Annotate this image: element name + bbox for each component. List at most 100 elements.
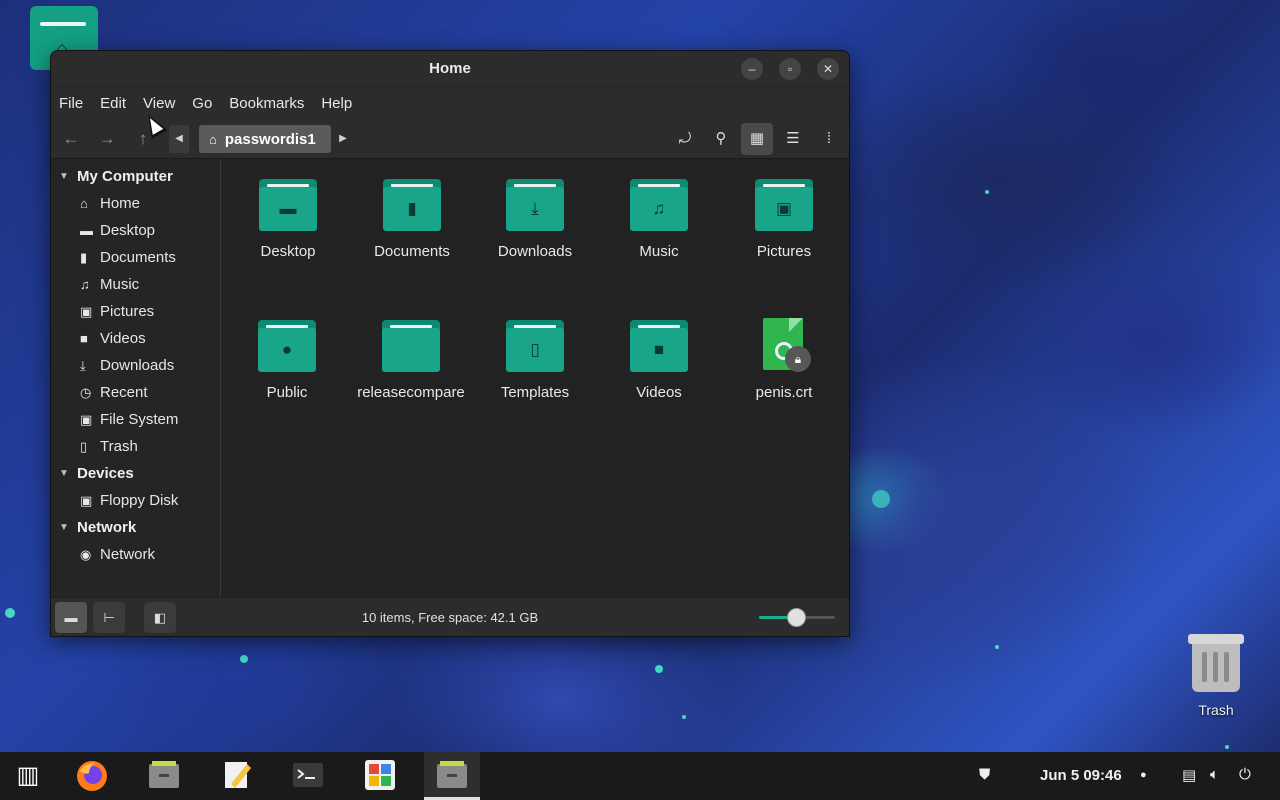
picture-icon: ▣ — [80, 303, 93, 319]
sidebar-item-downloads[interactable]: ⤓ Downloads — [51, 352, 220, 379]
floppy-icon: ▣ — [80, 492, 93, 508]
back-icon[interactable]: ← — [57, 125, 85, 153]
notification-dot-icon[interactable]: ● — [1140, 769, 1147, 781]
crumb-right-icon[interactable]: ▶ — [333, 125, 353, 153]
sidebar-section-network[interactable]: ▼ Network — [51, 514, 220, 541]
sidebar-item-pictures[interactable]: ▣ Pictures — [51, 298, 220, 325]
videos-folder-icon: ■ — [630, 320, 688, 372]
file-manager-active-icon[interactable] — [424, 758, 480, 800]
desktop-icon: ▬ — [80, 223, 93, 238]
expander-icon: ▼ — [59, 522, 69, 533]
file-item-pictures[interactable]: ▣ Pictures — [724, 179, 844, 260]
menu-help[interactable]: Help — [321, 95, 352, 112]
file-item-public[interactable]: ● Public — [227, 320, 347, 401]
title-bar[interactable]: Home – ▫ ✕ — [51, 51, 849, 87]
file-item-penis-crt[interactable]: 🔒︎ penis.crt — [724, 318, 844, 401]
file-item-videos[interactable]: ■ Videos — [599, 320, 719, 401]
list-view-icon[interactable]: ☰ — [777, 123, 809, 155]
menu-edit[interactable]: Edit — [100, 95, 126, 112]
path-label: passwordis1 — [224, 130, 316, 148]
terminal-icon[interactable] — [290, 758, 326, 794]
sidebar-item-desktop[interactable]: ▬ Desktop — [51, 217, 220, 244]
pictures-folder-icon: ▣ — [755, 179, 813, 231]
sidebar-item-music[interactable]: ♫ Music — [51, 271, 220, 298]
downloads-folder-icon: ⤓ — [506, 179, 564, 231]
menu-view[interactable]: View — [143, 95, 175, 112]
menu-bookmarks[interactable]: Bookmarks — [229, 95, 304, 112]
music-folder-icon: ♫ — [630, 179, 688, 231]
zoom-slider-knob[interactable] — [787, 608, 806, 627]
toolbar: ← → ↑ ◀ ⌂ passwordis1 ▶ ⤾ ⚲ ▦ ☰ ⁞ — [51, 119, 849, 159]
text-editor-icon[interactable] — [220, 758, 256, 794]
forward-icon[interactable]: → — [93, 125, 121, 153]
public-folder-icon: ● — [258, 320, 316, 372]
shield-icon[interactable]: ⛊ — [979, 766, 990, 783]
download-icon: ⤓ — [80, 357, 86, 373]
window-title: Home — [429, 60, 471, 77]
maximize-icon[interactable]: ▫ — [779, 58, 801, 80]
desktop-trash-label[interactable]: Trash — [1186, 702, 1246, 718]
desktop-folder-icon: ▬ — [259, 179, 317, 231]
video-icon: ■ — [80, 331, 88, 346]
menu-bar: File Edit View Go Bookmarks Help — [51, 87, 849, 119]
file-grid: ▬ Desktop ▮ Documents ⤓ Downloads ♫ Musi… — [221, 159, 849, 597]
sidebar-item-videos[interactable]: ■ Videos — [51, 325, 220, 352]
folder-icon — [382, 320, 440, 372]
sidebar-section-devices[interactable]: ▼ Devices — [51, 460, 220, 487]
globe-icon: ◉ — [80, 546, 92, 562]
sidebar-item-file-system[interactable]: ▣ File System — [51, 406, 220, 433]
sidebar-item-floppy-disk[interactable]: ▣ Floppy Disk — [51, 487, 220, 514]
clock-icon: ◷ — [80, 384, 92, 400]
lock-icon: 🔒︎ — [785, 346, 811, 372]
drive-icon: ▣ — [80, 411, 93, 427]
expander-icon: ▼ — [59, 468, 69, 479]
file-item-downloads[interactable]: ⤓ Downloads — [475, 179, 595, 260]
home-icon: ⌂ — [209, 131, 217, 147]
network-icon[interactable]: ▤ — [1182, 766, 1196, 784]
file-manager-window: Home – ▫ ✕ File Edit View Go Bookmarks H… — [50, 50, 850, 637]
desktop-trash-icon[interactable] — [1186, 632, 1246, 696]
templates-folder-icon: ▯ — [506, 320, 564, 372]
folder-tab — [40, 22, 86, 26]
file-item-documents[interactable]: ▮ Documents — [352, 179, 472, 260]
compact-view-icon[interactable]: ⁞ — [813, 123, 845, 155]
search-icon[interactable]: ⚲ — [705, 123, 737, 155]
home-icon: ⌂ — [80, 196, 88, 211]
sidebar-item-home[interactable]: ⌂ Home — [51, 190, 220, 217]
close-icon[interactable]: ✕ — [817, 58, 839, 80]
breadcrumb[interactable]: ⌂ passwordis1 — [199, 125, 331, 153]
trash-icon: ▯ — [80, 438, 88, 454]
taskbar: ▥ ⛊ Jun 5 09:46 ● ▤ 🔈︎ ⏻ — [0, 752, 1280, 800]
software-manager-icon[interactable] — [362, 758, 398, 794]
clock[interactable]: Jun 5 09:46 — [1040, 767, 1122, 784]
file-manager-icon[interactable] — [146, 758, 182, 794]
menu-file[interactable]: File — [59, 95, 83, 112]
minimize-icon[interactable]: – — [741, 58, 763, 80]
toggle-location-icon[interactable]: ⤾ — [669, 123, 701, 155]
firefox-icon[interactable] — [74, 758, 110, 794]
file-item-templates[interactable]: ▯ Templates — [475, 320, 595, 401]
certificate-file-icon: 🔒︎ — [759, 318, 811, 376]
status-text: 10 items, Free space: 42.1 GB — [361, 610, 539, 625]
power-icon[interactable]: ⏻ — [1239, 766, 1251, 783]
sidebar-section-my-computer[interactable]: ▼ My Computer — [51, 163, 220, 190]
sidebar: ▼ My Computer ⌂ Home ▬ Desktop ▮ Documents … — [51, 159, 221, 597]
document-icon: ▮ — [80, 249, 88, 265]
sidebar-item-recent[interactable]: ◷ Recent — [51, 379, 220, 406]
expander-icon: ▼ — [59, 171, 69, 182]
file-item-releasecompare[interactable]: releasecompare — [351, 320, 471, 401]
crumb-left-icon[interactable]: ◀ — [169, 125, 189, 153]
sidebar-item-documents[interactable]: ▮ Documents — [51, 244, 220, 271]
file-item-music[interactable]: ♫ Music — [599, 179, 719, 260]
icon-view-icon[interactable]: ▦ — [741, 123, 773, 155]
sidebar-item-trash[interactable]: ▯ Trash — [51, 433, 220, 460]
sidebar-item-network[interactable]: ◉ Network — [51, 541, 220, 568]
menu-icon[interactable]: ▥ — [10, 758, 46, 794]
documents-folder-icon: ▮ — [383, 179, 441, 231]
menu-go[interactable]: Go — [192, 95, 212, 112]
status-bar: ▬ ⊢ ◧ 10 items, Free space: 42.1 GB — [51, 597, 849, 636]
music-icon: ♫ — [80, 277, 90, 292]
file-item-desktop[interactable]: ▬ Desktop — [228, 179, 348, 260]
volume-icon[interactable]: 🔈︎ — [1210, 766, 1219, 783]
zoom-slider[interactable] — [759, 608, 835, 627]
